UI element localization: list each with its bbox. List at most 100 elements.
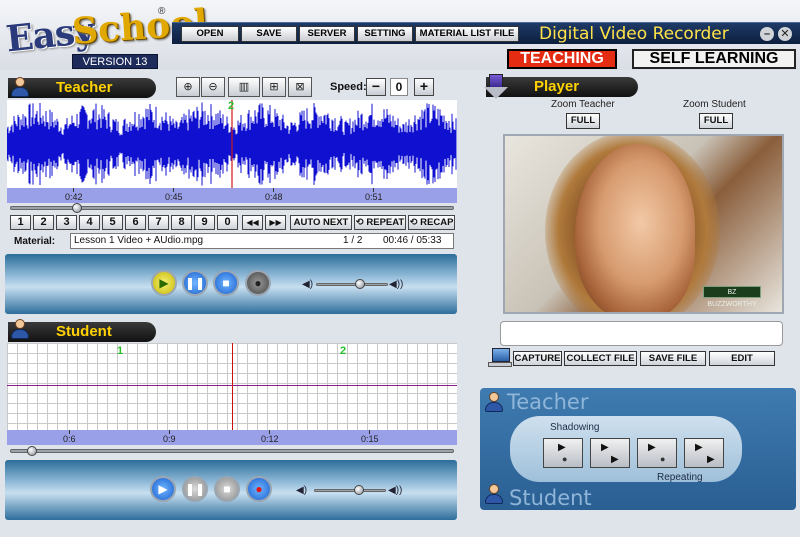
speed-value: 0 [390, 78, 408, 96]
segment-8-button[interactable]: 8 [171, 215, 192, 230]
play-icon: ▶ [611, 454, 619, 465]
play-icon: ▶ [558, 442, 566, 453]
minimize-button[interactable]: – [760, 27, 774, 41]
speed-decrease-button[interactable]: − [366, 78, 386, 96]
zoom-in-icon[interactable]: ⊕ [176, 77, 200, 97]
fit-width-icon[interactable]: ▥ [228, 77, 260, 97]
material-field[interactable]: Lesson 1 Video + AUdio.mpg 1 / 2 00:46 /… [70, 233, 454, 249]
shadow-mode-3-button[interactable]: ▶ ● [637, 438, 677, 468]
segment-6-button[interactable]: 6 [125, 215, 146, 230]
student-play-icon[interactable]: ▶ [150, 476, 176, 502]
teacher-record-icon[interactable]: ● [245, 270, 271, 296]
teacher-waveform[interactable]: 2 [7, 100, 457, 188]
teacher-stop-icon[interactable]: ■ [213, 270, 239, 296]
teacher-volume-slider[interactable] [316, 283, 388, 286]
previous-segment-button[interactable]: ◀◀ [242, 215, 263, 230]
repeat-button[interactable]: ⟲ REPEAT [354, 215, 406, 230]
teacher-position-knob[interactable] [71, 203, 82, 213]
segment-3-button[interactable]: 3 [56, 215, 77, 230]
student-record-icon[interactable]: ● [246, 476, 272, 502]
open-button[interactable]: OPEN [181, 26, 239, 42]
video-channel-badge: BZ BUZZWORTHY [703, 286, 761, 308]
player-title: Player [534, 78, 580, 95]
zoom-student-label: Zoom Student [683, 99, 746, 110]
teacher-play-icon[interactable]: ▶ [151, 270, 177, 296]
repeating-label: Repeating [657, 472, 703, 483]
segment-9-button[interactable]: 9 [194, 215, 215, 230]
setting-button[interactable]: SETTING [357, 26, 413, 42]
mark-remove-icon[interactable]: ⊠ [288, 77, 312, 97]
timeline-tick-label: 0:9 [163, 434, 176, 444]
student-section-header: Student [8, 322, 156, 342]
mark-add-icon[interactable]: ⊞ [262, 77, 286, 97]
teacher-transport-panel: ▶ ❚❚ ■ ● ◀) ◀)) [5, 254, 457, 314]
speed-increase-button[interactable]: + [414, 78, 434, 96]
auto-next-button[interactable]: AUTO NEXT [290, 215, 352, 230]
material-index: 1 / 2 [343, 235, 363, 246]
close-button[interactable]: ✕ [778, 27, 792, 41]
server-button[interactable]: SERVER [299, 26, 355, 42]
teacher-volume-knob[interactable] [355, 279, 365, 289]
video-face [575, 144, 695, 312]
student-position-knob[interactable] [27, 446, 38, 456]
timeline-tick-label: 0:45 [165, 192, 183, 202]
segment-7-button[interactable]: 7 [148, 215, 169, 230]
student-marker: 2 [340, 345, 347, 357]
teacher-pause-icon[interactable]: ❚❚ [182, 270, 208, 296]
student-volume-slider[interactable] [314, 489, 386, 492]
teacher-small-icon [484, 392, 504, 412]
student-title: Student [56, 323, 112, 340]
material-time: 00:46 / 05:33 [383, 235, 442, 246]
capture-monitor-icon [488, 346, 512, 372]
zoom-student-full-button[interactable]: FULL [699, 113, 733, 129]
student-icon [10, 319, 30, 339]
next-segment-button[interactable]: ▶▶ [265, 215, 286, 230]
teacher-section-header: Teacher [8, 78, 156, 98]
self-learning-mode-button[interactable]: SELF LEARNING [632, 49, 796, 69]
shadow-controls: Shadowing ▶ ● ▶ ▶ ▶ ● ▶ ▶ Repeating [510, 416, 742, 483]
material-list-file-button[interactable]: MATERIAL LIST FILE [415, 26, 519, 42]
waveform-graphic [7, 100, 457, 188]
student-timeline: 0:6 0:9 0:12 0:15 [7, 430, 457, 445]
zoom-teacher-label: Zoom Teacher [551, 99, 615, 110]
volume-high-icon: ◀)) [389, 279, 404, 290]
student-cursor-line [232, 343, 233, 430]
speed-label: Speed: [330, 81, 367, 93]
teacher-marker: 2 [228, 100, 235, 112]
student-stop-icon[interactable]: ■ [214, 476, 240, 502]
student-volume-knob[interactable] [354, 485, 364, 495]
video-display[interactable]: BZ BUZZWORTHY [503, 134, 784, 314]
shadow-mode-4-button[interactable]: ▶ ▶ [684, 438, 724, 468]
segment-5-button[interactable]: 5 [102, 215, 123, 230]
caption-input[interactable] [500, 321, 783, 346]
collect-file-button[interactable]: COLLECT FILE [564, 351, 637, 366]
segment-2-button[interactable]: 2 [33, 215, 54, 230]
recap-button[interactable]: ⟲ RECAP [408, 215, 455, 230]
shadow-mode-2-button[interactable]: ▶ ▶ [590, 438, 630, 468]
student-pause-icon[interactable]: ❚❚ [182, 476, 208, 502]
segment-4-button[interactable]: 4 [79, 215, 100, 230]
volume-low-icon: ◀) [296, 485, 308, 496]
teacher-timeline: 0:42 0:45 0:48 0:51 [7, 188, 457, 203]
segment-1-button[interactable]: 1 [10, 215, 31, 230]
capture-button[interactable]: CAPTURE [513, 351, 562, 366]
record-dot-icon: ● [660, 454, 666, 464]
zoom-teacher-full-button[interactable]: FULL [566, 113, 600, 129]
volume-high-icon: ◀)) [388, 485, 403, 496]
material-label: Material: [14, 236, 56, 247]
shadow-mode-1-button[interactable]: ▶ ● [543, 438, 583, 468]
edit-button[interactable]: EDIT [709, 351, 775, 366]
student-marker: 1 [117, 345, 124, 357]
timeline-tick-label: 0:6 [63, 434, 76, 444]
save-button[interactable]: SAVE [241, 26, 297, 42]
logo-registered: ® [158, 6, 166, 17]
zoom-out-icon[interactable]: ⊖ [201, 77, 225, 97]
save-file-button[interactable]: SAVE FILE [640, 351, 706, 366]
teaching-mode-button[interactable]: TEACHING [507, 49, 617, 69]
record-dot-icon: ● [562, 454, 568, 464]
material-file-name: Lesson 1 Video + AUdio.mpg [74, 235, 204, 246]
student-waveform[interactable]: 1 2 [7, 343, 457, 430]
segment-0-button[interactable]: 0 [217, 215, 238, 230]
shadow-teacher-label: Teacher [507, 390, 589, 414]
student-position-slider[interactable] [10, 449, 454, 453]
